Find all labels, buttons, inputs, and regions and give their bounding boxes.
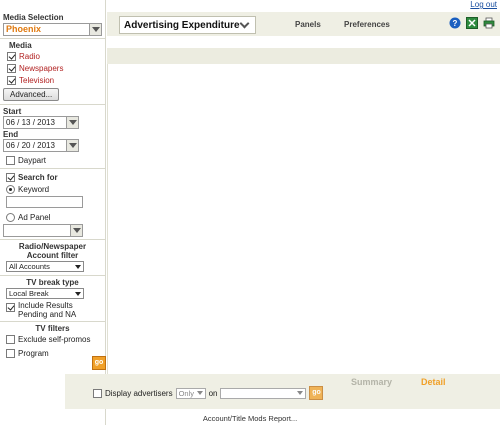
tv-break-type-label: TV break type (26, 278, 79, 287)
keyword-radio[interactable] (6, 184, 15, 194)
tv-filters-section: TV filters Exclude self-promos Program (0, 322, 105, 361)
break-type-select[interactable]: Local Break (6, 288, 84, 299)
search-for-row[interactable]: Search for (3, 171, 102, 183)
start-date-picker[interactable]: 06 / 13 / 2013 (3, 116, 79, 129)
ad-panel-row[interactable]: Ad Panel (3, 211, 102, 223)
market-value: Phoenix (3, 23, 90, 36)
bottom-bar: Display advertisers Only on go Summary D… (65, 374, 500, 409)
media-television-label: Television (19, 75, 55, 85)
calendar-dropdown-icon[interactable] (67, 139, 79, 152)
exclude-promos-checkbox[interactable] (6, 334, 15, 344)
keyword-label: Keyword (18, 184, 50, 194)
account-filter-section: Radio/Newspaper Account filter All Accou… (0, 240, 105, 276)
bottom-go-button[interactable]: go (309, 386, 324, 400)
print-icon[interactable] (483, 17, 495, 29)
program-row[interactable]: Program (3, 347, 102, 359)
display-advertisers-row: Display advertisers Only on go (93, 386, 324, 400)
end-date-value[interactable]: 06 / 20 / 2013 (3, 139, 67, 152)
daypart-row[interactable]: Daypart (3, 154, 102, 166)
date-section: Start 06 / 13 / 2013 End 06 / 20 / 2013 … (0, 105, 105, 169)
excel-export-icon[interactable] (466, 17, 478, 29)
display-advertisers-label: Display advertisers (105, 388, 173, 398)
ad-panel-value[interactable] (3, 224, 71, 237)
program-label: Program (18, 348, 49, 358)
calendar-dropdown-icon[interactable] (67, 116, 79, 129)
break-type-value: Local Break (9, 289, 49, 298)
triangle-down-icon (196, 391, 203, 395)
account-filter-value: All Accounts (9, 262, 50, 271)
results-header-band (107, 48, 500, 64)
report-select[interactable]: Advertising Expenditure (119, 16, 256, 34)
account-filter-select[interactable]: All Accounts (6, 261, 84, 272)
chevron-down-icon[interactable] (90, 23, 102, 36)
radio-newspaper-label: Radio/Newspaper (18, 242, 87, 251)
advanced-button[interactable]: Advanced... (3, 88, 60, 101)
newspapers-checkbox[interactable] (7, 63, 16, 73)
top-bar: Advertising Expenditure Panels Preferenc… (107, 12, 500, 36)
logout-link[interactable]: Log out (470, 0, 497, 9)
media-section: Media Radio Newspapers Television Advanc… (0, 39, 105, 105)
account-filter-label: Account filter (26, 251, 79, 260)
display-advertisers-checkbox[interactable] (93, 388, 102, 398)
radio-checkbox[interactable] (7, 51, 16, 61)
preferences-link[interactable]: Preferences (344, 20, 390, 29)
include-results-row[interactable]: Include Results Pending and NA (3, 301, 102, 319)
help-icon[interactable]: ? (449, 17, 461, 29)
panels-link[interactable]: Panels (295, 20, 321, 29)
triangle-down-icon[interactable] (75, 291, 81, 296)
report-select-value: Advertising Expenditure (124, 19, 240, 31)
ad-panel-label: Ad Panel (18, 212, 51, 222)
tab-detail[interactable]: Detail (421, 377, 446, 387)
television-checkbox[interactable] (7, 75, 16, 85)
daypart-checkbox[interactable] (6, 155, 15, 165)
media-television-row[interactable]: Television (3, 74, 102, 86)
chevron-down-icon[interactable] (239, 18, 250, 28)
start-label: Start (3, 107, 22, 116)
triangle-down-icon[interactable] (75, 264, 81, 269)
ad-panel-select[interactable] (3, 224, 83, 237)
keyword-row[interactable]: Keyword (3, 183, 102, 195)
exclude-promos-label: Exclude self-promos (18, 334, 91, 344)
market-select[interactable]: Phoenix (3, 23, 102, 36)
daypart-label: Daypart (18, 155, 47, 165)
triangle-down-icon (297, 391, 304, 395)
results-panel (107, 64, 500, 374)
start-date-value[interactable]: 06 / 13 / 2013 (3, 116, 67, 129)
include-results-label: Include Results Pending and NA (18, 301, 77, 319)
search-section: Search for Keyword Ad Panel (0, 169, 105, 240)
on-label: on (208, 388, 218, 398)
only-select[interactable]: Only (175, 387, 206, 399)
media-selection-section: Media Selection Phoenix (0, 0, 105, 39)
tab-summary[interactable]: Summary (351, 377, 392, 387)
exclude-promos-row[interactable]: Exclude self-promos (3, 333, 102, 345)
chevron-down-icon[interactable] (71, 224, 83, 237)
search-for-label: Search for (18, 172, 58, 182)
go-button-label: go (92, 356, 106, 370)
media-label: Media (9, 41, 32, 50)
sidebar: Media Selection Phoenix Media Radio News… (0, 0, 106, 425)
svg-text:?: ? (453, 19, 458, 28)
end-date-picker[interactable]: 06 / 20 / 2013 (3, 139, 79, 152)
advertiser-target-select[interactable] (220, 387, 307, 399)
media-newspapers-label: Newspapers (19, 63, 64, 73)
program-checkbox[interactable] (6, 348, 15, 358)
include-results-checkbox[interactable] (6, 303, 15, 312)
only-value: Only (178, 388, 194, 398)
end-label: End (3, 130, 19, 139)
tv-break-section: TV break type Local Break Include Result… (0, 276, 105, 322)
ad-panel-radio[interactable] (6, 212, 15, 222)
search-for-checkbox[interactable] (6, 172, 15, 182)
tv-filters-label: TV filters (35, 324, 70, 333)
media-selection-label: Media Selection (3, 13, 64, 22)
keyword-input[interactable] (6, 196, 83, 208)
account-title-mods-report-link[interactable]: Account/Title Mods Report... (0, 414, 500, 423)
sidebar-go-button[interactable]: go (92, 356, 106, 370)
media-newspapers-row[interactable]: Newspapers (3, 62, 102, 74)
media-radio-row[interactable]: Radio (3, 50, 102, 62)
media-radio-label: Radio (19, 51, 40, 61)
